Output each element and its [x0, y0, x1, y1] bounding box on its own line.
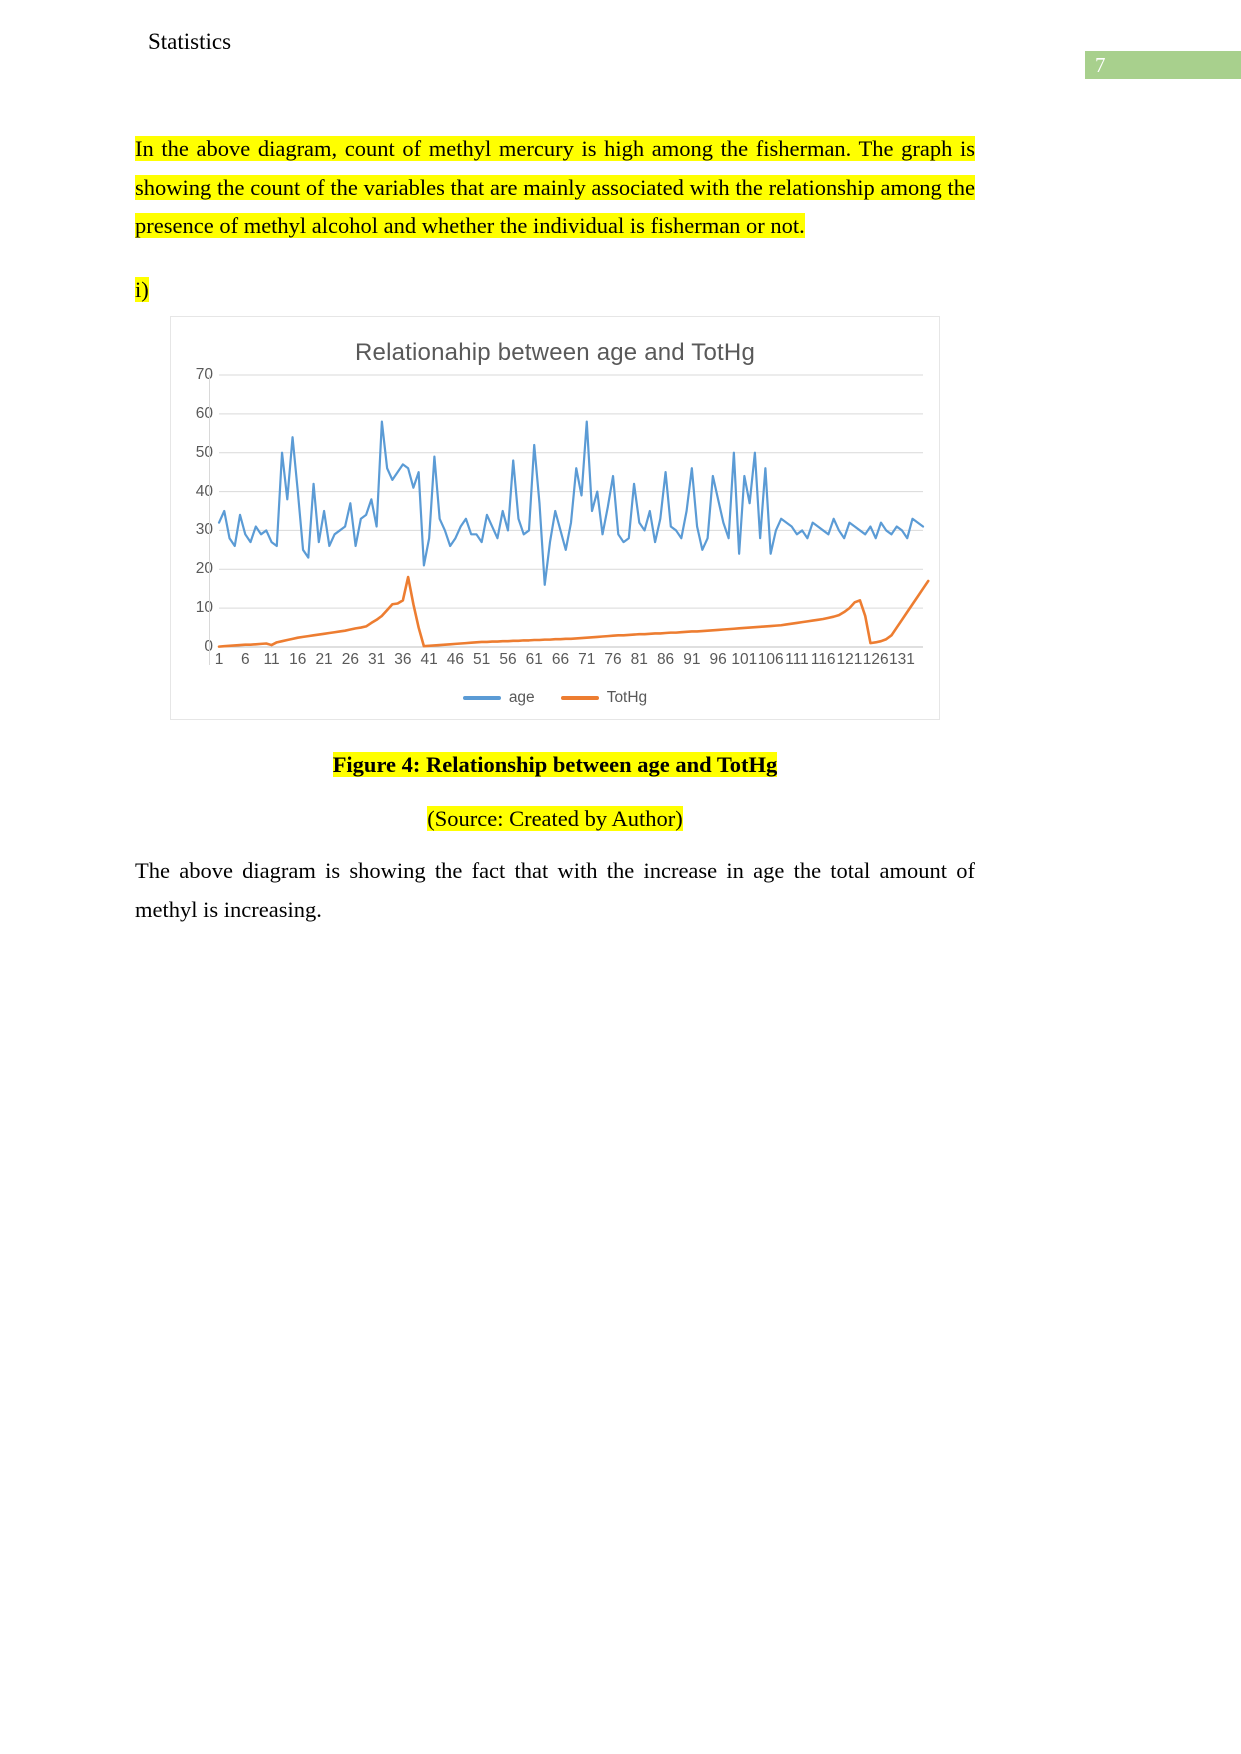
x-axis-tick-61: 61	[525, 651, 543, 668]
y-axis-line	[209, 375, 210, 665]
chart-plot-area	[209, 374, 923, 665]
x-axis-tick-111: 111	[785, 651, 809, 668]
y-axis-labels: 0 10 20 30 40 50 60 70	[171, 366, 213, 655]
x-axis-tick-36: 36	[394, 651, 412, 668]
legend-item-tothg[interactable]: TotHg	[560, 689, 648, 707]
page-number-bar: 7	[1085, 51, 1241, 79]
x-axis-labels: 1 6 11 16 21 26 31 36 41 46 51 56 61 66 71 76 81 86 91 96 10…	[215, 651, 923, 675]
x-axis-tick-101: 101	[731, 651, 758, 668]
y-axis-tick-10: 10	[195, 599, 213, 617]
paragraph-intro-text: In the above diagram, count of methyl me…	[135, 136, 975, 238]
x-axis-tick-26: 26	[341, 651, 359, 668]
legend-swatch-tothg-icon	[560, 696, 599, 700]
y-axis-tick-60: 60	[195, 404, 213, 422]
x-axis-tick-121: 121	[836, 651, 863, 668]
x-axis-tick-66: 66	[551, 651, 570, 668]
x-axis-tick-1: 1	[214, 651, 224, 668]
chart-title: Relationahip between age and TotHg	[355, 339, 755, 366]
y-axis-tick-30: 30	[195, 521, 213, 539]
x-axis-tick-91: 91	[683, 651, 701, 668]
x-axis-tick-86: 86	[656, 651, 675, 668]
chart-figure: Relationahip between age and TotHg 0 10 20…	[170, 316, 940, 720]
figure-caption-text: Figure 4: Relationship between age and T…	[332, 752, 778, 777]
x-axis-tick-81: 81	[630, 651, 648, 668]
chart-plot-wrapper: 010203040506070 161116212631364146515661…	[171, 366, 941, 668]
x-axis-tick-116: 116	[810, 651, 836, 668]
document-content: In the above diagram, count of methyl me…	[135, 130, 975, 309]
x-axis-tick-11: 11	[263, 651, 280, 668]
paragraph-closing: The above diagram is showing the fact th…	[135, 852, 975, 929]
chart-series-svg	[219, 374, 923, 647]
x-axis-tick-96: 96	[709, 651, 727, 668]
y-axis-tick-40: 40	[195, 482, 213, 500]
y-axis-tick-20: 20	[195, 560, 213, 578]
x-axis-tick-46: 46	[446, 651, 465, 668]
y-axis-tick-70: 70	[195, 366, 213, 383]
chart-legend: age TotHg	[171, 689, 939, 707]
x-axis-tick-106: 106	[757, 651, 784, 668]
legend-label-tothg: TotHg	[606, 689, 648, 706]
series-line-age	[219, 422, 923, 585]
paragraph-intro: In the above diagram, count of methyl me…	[135, 130, 975, 246]
x-axis-tick-71: 71	[578, 651, 596, 668]
x-axis-tick-6: 6	[240, 651, 250, 668]
list-marker-i: i)	[135, 271, 975, 309]
page-header-title: Statistics	[148, 29, 232, 54]
x-axis-tick-76: 76	[604, 651, 622, 668]
series-line-tothg	[219, 577, 928, 647]
figure-caption: Figure 4: Relationship between age and T…	[135, 748, 975, 782]
legend-item-age[interactable]: age	[462, 689, 535, 707]
y-axis-tick-50: 50	[195, 443, 213, 461]
x-axis-tick-131: 131	[889, 651, 915, 668]
paragraph-closing-text: The above diagram is showing the fact th…	[135, 858, 975, 922]
x-axis-tick-41: 41	[420, 651, 438, 668]
x-axis-tick-21: 21	[315, 651, 333, 668]
x-axis-tick-51: 51	[473, 651, 491, 668]
y-axis-tick-0: 0	[171, 638, 213, 656]
x-axis-tick-56: 56	[499, 651, 517, 668]
figure-source-text: (Source: Created by Author)	[427, 806, 683, 831]
page-number: 7	[1095, 53, 1106, 77]
legend-swatch-age-icon	[462, 696, 501, 700]
figure-source: (Source: Created by Author)	[135, 802, 975, 836]
list-marker-i-text: i)	[135, 276, 149, 302]
legend-label-age: age	[508, 689, 535, 706]
x-axis-tick-31: 31	[367, 651, 386, 668]
x-axis-tick-16: 16	[289, 651, 307, 668]
x-axis-tick-126: 126	[862, 651, 889, 668]
